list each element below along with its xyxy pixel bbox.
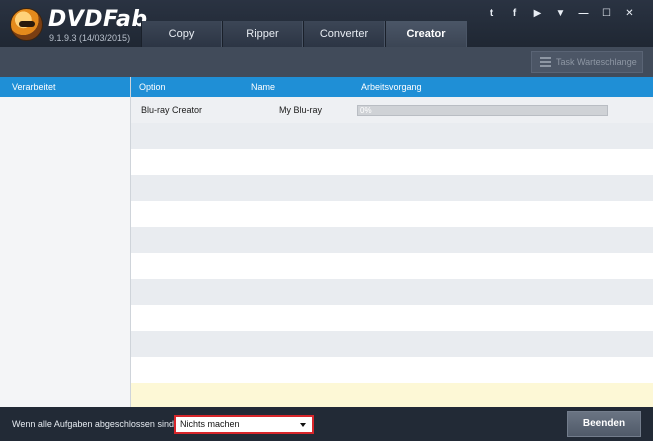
task-table: Option Name Arbeitsvorgang Blu-ray Creat… xyxy=(131,77,653,407)
task-queue-label: Task Warteschlange xyxy=(556,57,637,67)
row-option: Blu-ray Creator xyxy=(141,105,203,115)
window-controls: t f ▶ ▼ — ☐ ✕ xyxy=(480,7,641,21)
menu-dropdown-icon[interactable]: ▼ xyxy=(549,7,572,21)
module-tabs: Copy Ripper Converter Creator xyxy=(141,21,467,47)
facebook-icon[interactable]: f xyxy=(503,7,526,21)
task-queue-button[interactable]: Task Warteschlange xyxy=(531,51,643,73)
table-header: Option Name Arbeitsvorgang xyxy=(131,77,653,97)
table-footer-strip xyxy=(131,383,653,407)
minimize-icon[interactable]: — xyxy=(572,7,595,21)
table-row[interactable]: Blu-ray Creator My Blu-ray 0% xyxy=(131,97,653,123)
version-label: 9.1.9.3 (14/03/2015) xyxy=(49,33,131,43)
table-rows: Blu-ray Creator My Blu-ray 0% xyxy=(131,97,653,383)
brand-name: DVDFab xyxy=(48,7,148,32)
after-completion-select[interactable]: Nichts machen xyxy=(174,415,314,434)
end-button[interactable]: Beenden xyxy=(567,411,641,437)
maximize-icon[interactable]: ☐ xyxy=(595,7,618,21)
chevron-down-icon xyxy=(300,423,306,427)
empty-row xyxy=(131,331,653,357)
row-name: My Blu-ray xyxy=(279,105,323,115)
empty-row xyxy=(131,279,653,305)
empty-row xyxy=(131,149,653,175)
twitter-icon[interactable]: t xyxy=(480,7,503,21)
progress-bar: 0% xyxy=(357,105,608,116)
tab-converter[interactable]: Converter xyxy=(303,21,385,47)
title-bar: DVDFab 9.1.9.3 (14/03/2015) Copy Ripper … xyxy=(0,0,653,47)
sidebar-item-processed[interactable]: Verarbeitet xyxy=(0,77,130,97)
sidebar: Verarbeitet xyxy=(0,77,131,407)
empty-row xyxy=(131,357,653,383)
empty-row xyxy=(131,201,653,227)
close-icon[interactable]: ✕ xyxy=(618,7,641,21)
empty-row xyxy=(131,123,653,149)
after-completion-value: Nichts machen xyxy=(180,419,240,429)
column-header-name[interactable]: Name xyxy=(251,77,275,97)
after-completion-label: Wenn alle Aufgaben abgeschlossen sind: xyxy=(12,419,177,429)
bottom-bar: Wenn alle Aufgaben abgeschlossen sind: N… xyxy=(0,407,653,441)
empty-row xyxy=(131,253,653,279)
tab-creator[interactable]: Creator xyxy=(385,21,467,47)
empty-row xyxy=(131,305,653,331)
tab-ripper[interactable]: Ripper xyxy=(222,21,303,47)
column-header-process[interactable]: Arbeitsvorgang xyxy=(361,77,422,97)
empty-row xyxy=(131,227,653,253)
youtube-icon[interactable]: ▶ xyxy=(526,7,549,21)
list-icon xyxy=(540,57,551,67)
main-content: Verarbeitet Option Name Arbeitsvorgang B… xyxy=(0,77,653,407)
toolbar: Task Warteschlange xyxy=(0,47,653,77)
column-header-option[interactable]: Option xyxy=(139,77,166,97)
dvdfab-logo-icon xyxy=(10,8,43,41)
tab-copy[interactable]: Copy xyxy=(141,21,222,47)
empty-row xyxy=(131,175,653,201)
progress-text: 0% xyxy=(360,106,372,115)
